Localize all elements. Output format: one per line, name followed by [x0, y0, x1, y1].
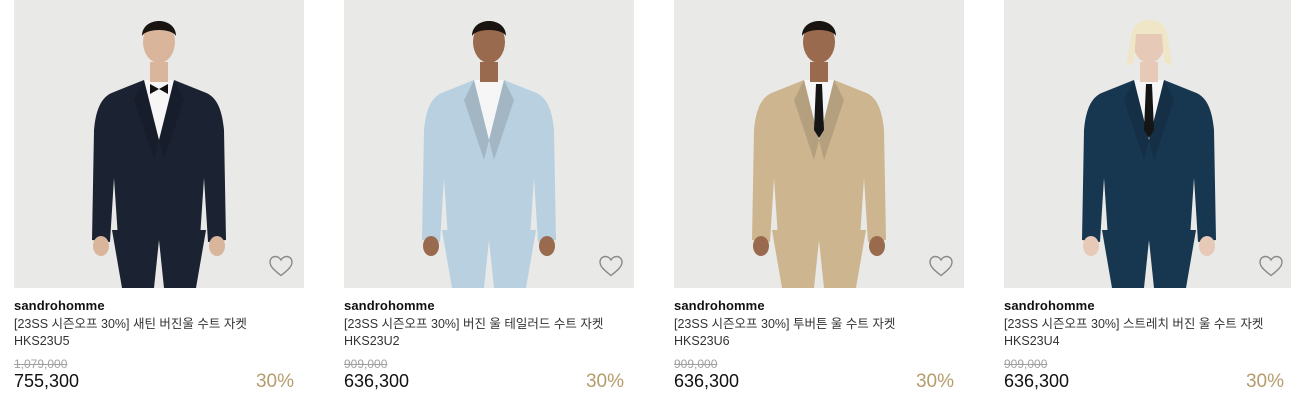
product-name[interactable]: [23SS 시즌오프 30%] 버진 울 테일러드 수트 자켓 HKS23U2: [344, 316, 614, 350]
hand-shape: [539, 236, 555, 256]
model-photo: [1082, 19, 1216, 288]
hand-shape: [209, 236, 225, 256]
discount-rate: 30%: [585, 371, 624, 392]
hand-shape: [753, 236, 769, 256]
hand-shape: [1083, 236, 1099, 256]
neck-shape: [1140, 62, 1158, 82]
product-grid: sandrohomme [23SS 시즌오프 30%] 새틴 버진울 수트 자켓…: [0, 0, 1291, 412]
hand-shape: [423, 236, 439, 256]
neck-shape: [150, 62, 168, 82]
heart-icon[interactable]: [1258, 254, 1284, 278]
trousers-shape: [112, 230, 206, 288]
heart-icon[interactable]: [928, 254, 954, 278]
sale-price: 636,300: [1004, 371, 1070, 391]
discount-rate: 30%: [255, 371, 294, 392]
brand-name[interactable]: sandrohomme: [674, 298, 765, 313]
trousers-shape: [1102, 230, 1196, 288]
original-price: 909,000: [674, 357, 718, 371]
brand-name[interactable]: sandrohomme: [344, 298, 435, 313]
product-card[interactable]: sandrohomme [23SS 시즌오프 30%] 버진 울 테일러드 수트…: [344, 0, 634, 412]
trousers-shape: [772, 230, 866, 288]
neck-shape: [810, 62, 828, 82]
hand-shape: [93, 236, 109, 256]
discount-rate: 30%: [915, 371, 954, 392]
trousers-shape: [442, 230, 536, 288]
sale-price: 636,300: [344, 371, 410, 391]
product-image[interactable]: [1004, 0, 1291, 288]
heart-icon[interactable]: [268, 254, 294, 278]
brand-name[interactable]: sandrohomme: [1004, 298, 1095, 313]
product-card[interactable]: sandrohomme [23SS 시즌오프 30%] 새틴 버진울 수트 자켓…: [14, 0, 304, 412]
model-photo: [92, 21, 226, 288]
sale-price: 636,300: [674, 371, 740, 391]
product-name[interactable]: [23SS 시즌오프 30%] 새틴 버진울 수트 자켓 HKS23U5: [14, 316, 284, 350]
product-image[interactable]: [14, 0, 304, 288]
model-photo: [752, 21, 886, 288]
discount-rate: 30%: [1245, 371, 1284, 392]
original-price: 909,000: [1004, 357, 1048, 371]
heart-icon[interactable]: [598, 254, 624, 278]
product-card[interactable]: sandrohomme [23SS 시즌오프 30%] 스트레치 버진 울 수트…: [1004, 0, 1291, 412]
hand-shape: [1199, 236, 1215, 256]
hand-shape: [869, 236, 885, 256]
product-image[interactable]: [344, 0, 634, 288]
model-photo: [422, 21, 556, 288]
product-image[interactable]: [674, 0, 964, 288]
sale-price: 755,300: [14, 371, 80, 391]
product-name[interactable]: [23SS 시즌오프 30%] 스트레치 버진 울 수트 자켓 HKS23U4: [1004, 316, 1274, 350]
neck-shape: [480, 62, 498, 82]
original-price: 1,079,000: [14, 357, 68, 371]
product-card[interactable]: sandrohomme [23SS 시즌오프 30%] 투버튼 울 수트 자켓 …: [674, 0, 964, 412]
original-price: 909,000: [344, 357, 388, 371]
product-name[interactable]: [23SS 시즌오프 30%] 투버튼 울 수트 자켓 HKS23U6: [674, 316, 944, 350]
brand-name[interactable]: sandrohomme: [14, 298, 105, 313]
